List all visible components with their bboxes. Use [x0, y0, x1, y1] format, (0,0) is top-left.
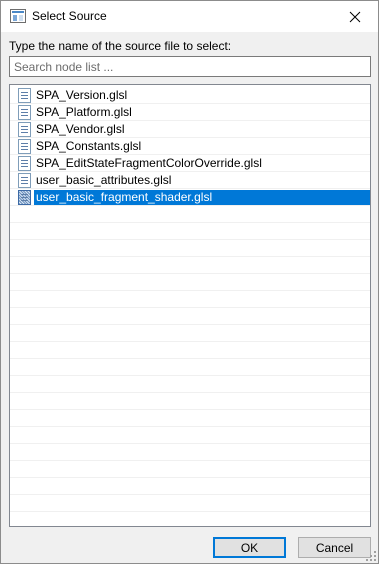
search-input[interactable] — [9, 56, 371, 77]
list-row[interactable]: user_basic_fragment_shader.glsl — [10, 189, 370, 206]
title-bar[interactable]: Select Source — [1, 1, 378, 32]
list-item[interactable]: user_basic_fragment_shader.glsl — [18, 189, 370, 206]
list-row — [10, 274, 370, 291]
list-row — [10, 240, 370, 257]
file-name: SPA_Constants.glsl — [36, 139, 142, 153]
close-icon — [349, 11, 361, 22]
select-source-dialog: Select Source Type the name of the sourc… — [0, 0, 379, 564]
list-row[interactable]: user_basic_attributes.glsl — [10, 172, 370, 189]
list-item[interactable]: user_basic_attributes.glsl — [18, 172, 370, 189]
file-icon — [18, 122, 31, 137]
list-row — [10, 308, 370, 325]
file-icon — [18, 156, 31, 171]
file-icon — [18, 173, 31, 188]
file-name: SPA_Vendor.glsl — [36, 122, 125, 136]
window-app-icon — [10, 9, 26, 23]
cancel-button[interactable]: Cancel — [298, 537, 371, 558]
file-icon — [18, 105, 31, 120]
prompt-label: Type the name of the source file to sele… — [9, 39, 232, 53]
ok-button[interactable]: OK — [213, 537, 286, 558]
file-name: user_basic_attributes.glsl — [36, 173, 172, 187]
list-row — [10, 325, 370, 342]
list-row — [10, 461, 370, 478]
file-name: SPA_Version.glsl — [36, 88, 128, 102]
list-row — [10, 291, 370, 308]
file-name: SPA_Platform.glsl — [36, 105, 132, 119]
list-row — [10, 359, 370, 376]
list-row[interactable]: SPA_Platform.glsl — [10, 104, 370, 121]
list-row[interactable]: SPA_Vendor.glsl — [10, 121, 370, 138]
file-list[interactable]: SPA_Version.glsl SPA_Platform.glsl SPA_Ven… — [9, 84, 371, 527]
list-row[interactable]: SPA_Version.glsl — [10, 87, 370, 104]
file-icon — [18, 139, 31, 154]
list-row — [10, 376, 370, 393]
list-row — [10, 257, 370, 274]
window-title: Select Source — [32, 9, 107, 23]
list-item[interactable]: SPA_Platform.glsl — [18, 104, 370, 121]
list-row — [10, 495, 370, 512]
list-row — [10, 410, 370, 427]
list-row — [10, 478, 370, 495]
close-button[interactable] — [332, 1, 378, 32]
list-item[interactable]: SPA_Version.glsl — [18, 87, 370, 104]
list-row — [10, 444, 370, 461]
file-icon — [18, 190, 31, 205]
resize-grip[interactable] — [366, 551, 376, 561]
list-row — [10, 427, 370, 444]
list-row — [10, 393, 370, 410]
list-item[interactable]: SPA_Constants.glsl — [18, 138, 370, 155]
file-name: user_basic_fragment_shader.glsl — [34, 190, 370, 205]
file-name: SPA_EditStateFragmentColorOverride.glsl — [36, 156, 262, 170]
list-row[interactable]: SPA_EditStateFragmentColorOverride.glsl — [10, 155, 370, 172]
list-row — [10, 223, 370, 240]
list-item[interactable]: SPA_EditStateFragmentColorOverride.glsl — [18, 155, 370, 172]
list-item[interactable]: SPA_Vendor.glsl — [18, 121, 370, 138]
list-row[interactable]: SPA_Constants.glsl — [10, 138, 370, 155]
list-row — [10, 206, 370, 223]
file-icon — [18, 88, 31, 103]
list-row — [10, 342, 370, 359]
